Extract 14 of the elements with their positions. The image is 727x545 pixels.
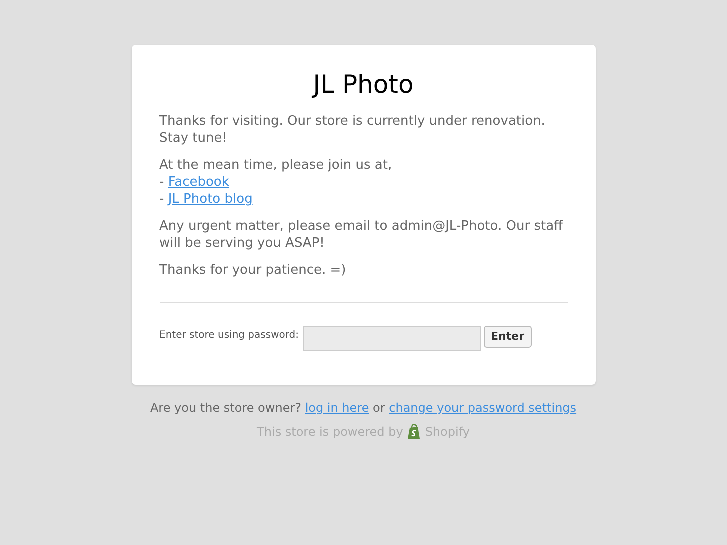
footer-link[interactable]: log in here bbox=[305, 401, 370, 415]
enter-button[interactable]: Enter bbox=[484, 326, 532, 348]
message-paragraph: Thanks for visiting. Our store is currently under renovation. Stay tune! bbox=[160, 113, 546, 147]
owner-note: Are you the store owner? log in here or change your password settings bbox=[150, 400, 577, 417]
store-title: JL Photo bbox=[311, 69, 415, 101]
shopping-bag-icon bbox=[407, 424, 422, 440]
social-link[interactable]: Facebook bbox=[168, 175, 230, 190]
password-label: Enter store using password: bbox=[160, 329, 300, 343]
message-paragraph: Any urgent matter, please email to admin@JL-Photo. Our staff will be serving you ASAP! bbox=[160, 218, 564, 252]
password-field[interactable] bbox=[303, 326, 482, 351]
message-paragraph: At the mean time, please join us at, - Facebook - JL Photo blog bbox=[160, 157, 394, 208]
social-link[interactable]: JL Photo blog bbox=[168, 192, 253, 207]
footer-link[interactable]: change your password settings bbox=[389, 401, 577, 415]
message-paragraph: Thanks for your patience. =) bbox=[160, 262, 348, 279]
